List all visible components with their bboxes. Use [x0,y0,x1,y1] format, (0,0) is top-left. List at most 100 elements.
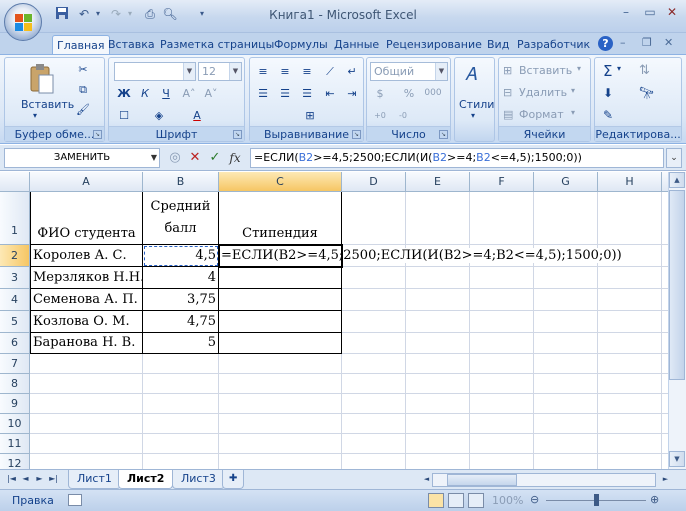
cell-a3[interactable]: Мерзляков Н.Н. [30,267,144,289]
cell-c4[interactable] [219,289,342,311]
currency-icon[interactable]: $ [370,84,390,102]
row-header-1[interactable]: 1 [0,192,30,245]
styles-icon[interactable]: 𝐴 [465,64,477,85]
underline-button[interactable]: Ч [156,84,176,102]
find-select-icon[interactable]: 🔭︎ [639,86,654,100]
alignment-launcher-icon[interactable]: ↘ [352,130,361,139]
row-header-11[interactable]: 11 [0,434,30,454]
horizontal-scrollbar[interactable] [432,473,656,487]
cancel-icon[interactable]: ✕ [186,148,204,168]
orientation-icon[interactable]: ⟋ [320,62,340,80]
insert-cells-icon[interactable]: ⊞ [503,64,512,77]
formula-input[interactable]: =ЕСЛИ(B2>=4,5;2500;ЕСЛИ(И(B2>=4;B2<=4,5)… [250,148,664,168]
vertical-scrollbar[interactable]: ▲ ▼ [668,172,686,469]
delete-cells-button[interactable]: Удалить [519,86,567,99]
wrap-text-icon[interactable]: ↵ [342,62,362,80]
col-header-a[interactable]: A [30,172,143,192]
row-header-12[interactable]: 12 [0,454,30,469]
align-middle-icon[interactable]: ≡ [275,62,295,80]
cell-a4[interactable]: Семенова А. П. [30,289,143,311]
cell-a5[interactable]: Козлова О. М. [30,311,143,333]
format-cells-icon[interactable]: ▤ [503,108,513,121]
italic-button[interactable]: К [135,84,155,102]
next-sheet-icon[interactable]: ► [34,473,45,485]
cell-b4[interactable]: 3,75 [143,289,219,311]
clear-icon[interactable]: ✎ [603,108,613,122]
copy-icon[interactable]: ⧉ [73,80,93,98]
font-name-combo[interactable]: ▼ [114,62,196,81]
cell-b6[interactable]: 5 [143,333,219,354]
decrease-indent-icon[interactable]: ⇤ [320,84,340,102]
increase-indent-icon[interactable]: ⇥ [342,84,362,102]
cell-b3[interactable]: 4 [143,267,219,289]
minimize-icon[interactable]: – [614,4,638,22]
cell-c5[interactable] [219,311,342,333]
maximize-icon[interactable]: ▭ [638,4,662,22]
sheet-tab-3[interactable]: Лист3 [172,470,225,489]
paste-button[interactable]: Вставить [21,98,74,111]
row-header-6[interactable]: 6 [0,333,30,354]
align-bottom-icon[interactable]: ≡ [297,62,317,80]
styles-button[interactable]: Стили [459,98,494,111]
close-icon[interactable]: ✕ [660,4,684,22]
scroll-left-icon[interactable]: ◄ [421,473,432,485]
page-break-view-icon[interactable] [468,493,484,508]
first-sheet-icon[interactable]: |◄ [6,473,17,485]
zoom-in-icon[interactable]: ⊕ [650,493,659,506]
tab-page-layout[interactable]: Разметка страницы [156,35,278,55]
align-center-icon[interactable]: ☰ [275,84,295,102]
row-header-10[interactable]: 10 [0,414,30,434]
worksheet-grid[interactable]: A B C D E F G H 1 2 3 4 5 6 7 8 9 10 11 … [0,172,668,469]
insert-sheet-icon[interactable]: ✚ [222,470,245,489]
cell-b5[interactable]: 4,75 [143,311,219,333]
fill-color-icon[interactable]: ◈ [149,106,169,124]
font-launcher-icon[interactable]: ↘ [233,130,242,139]
col-header-d[interactable]: D [342,172,406,192]
col-header-b[interactable]: B [143,172,219,192]
tab-data[interactable]: Данные [330,35,383,55]
decrease-decimal-icon[interactable]: -0 [393,106,413,124]
row-header-9[interactable]: 9 [0,394,30,414]
increase-decimal-icon[interactable]: +0 [370,106,390,124]
format-cells-button[interactable]: Формат [519,108,564,121]
font-size-combo[interactable]: 12 ▼ [198,62,242,81]
col-header-f[interactable]: F [470,172,534,192]
font-color-icon[interactable]: A [187,106,207,124]
paste-dropdown-icon[interactable]: ▾ [33,111,37,120]
percent-button[interactable]: % [399,84,419,102]
zoom-slider-thumb[interactable] [594,494,599,506]
col-header-h[interactable]: H [598,172,662,192]
align-top-icon[interactable]: ≡ [253,62,273,80]
align-right-icon[interactable]: ☰ [297,84,317,102]
normal-view-icon[interactable] [428,493,444,508]
bold-button[interactable]: Ж [114,84,134,102]
tab-insert[interactable]: Вставка [104,35,159,55]
office-button[interactable] [4,3,42,41]
autosum-icon[interactable]: Σ [603,62,612,80]
delete-cells-icon[interactable]: ⊟ [503,86,512,99]
zoom-level[interactable]: 100% [492,494,523,507]
borders-icon[interactable]: ☐ [114,106,134,124]
ribbon-minimize-icon[interactable]: – [620,36,626,49]
number-launcher-icon[interactable]: ↘ [439,130,448,139]
select-all-corner[interactable] [0,172,30,192]
scroll-up-icon[interactable]: ▲ [669,172,685,188]
col-header-c[interactable]: C [219,172,342,192]
row-header-5[interactable]: 5 [0,311,30,333]
row-header-2[interactable]: 2 [0,245,30,267]
macro-record-icon[interactable] [68,494,82,506]
align-left-icon[interactable]: ☰ [253,84,273,102]
enter-icon[interactable]: ✓ [206,148,224,168]
row-header-7[interactable]: 7 [0,354,30,374]
cell-c2[interactable]: =ЕСЛИ(B2>=4,5;2500;ЕСЛИ(И(B2>=4;B2<=4,5)… [219,245,624,267]
insert-cells-button[interactable]: Вставить [519,64,572,77]
col-header-g[interactable]: G [534,172,598,192]
last-sheet-icon[interactable]: ►| [48,473,59,485]
tab-developer[interactable]: Разработчик [513,35,594,55]
cell-c6[interactable] [219,333,342,354]
cell-a1[interactable]: ФИО студента [30,192,143,245]
prev-sheet-icon[interactable]: ◄ [20,473,31,485]
cell-c3[interactable] [219,267,342,289]
ribbon-restore-icon[interactable]: ❐ [642,36,652,49]
tab-formulas[interactable]: Формулы [270,35,332,55]
